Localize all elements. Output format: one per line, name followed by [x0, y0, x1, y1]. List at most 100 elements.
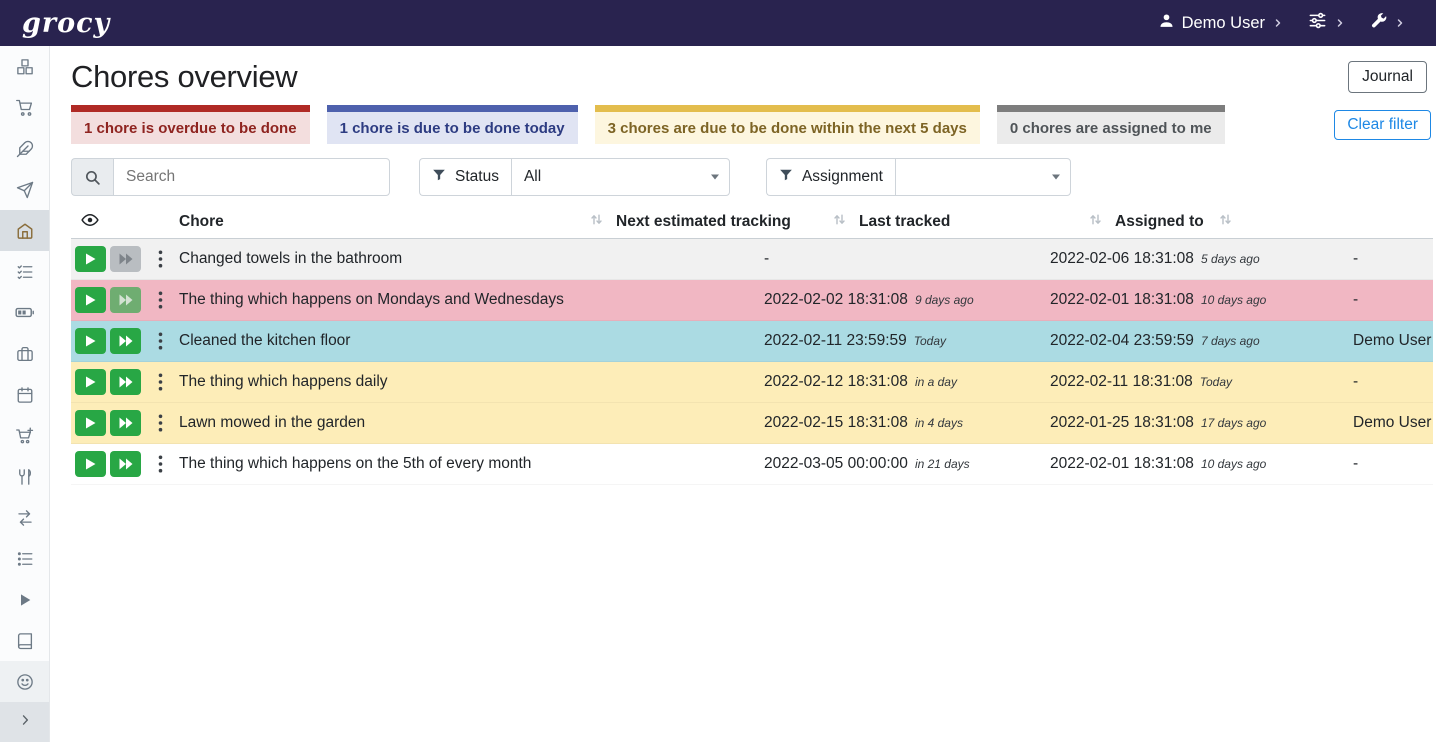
last-tracked-time: 2022-02-01 18:31:08 [1050, 291, 1194, 309]
table-row: The thing which happens on the 5th of ev… [71, 444, 1433, 485]
skip-chore-button[interactable] [110, 287, 141, 313]
sidebar-item-battery-tracking[interactable] [0, 620, 49, 661]
top-navbar: grocy Demo User [0, 0, 1436, 46]
next-tracking-time: - [764, 250, 769, 268]
sidebar-item-chores-overview[interactable] [0, 210, 49, 251]
calendar-icon [16, 386, 34, 404]
sidebar-item-transfer[interactable] [0, 497, 49, 538]
column-header-chore[interactable]: Chore [171, 213, 608, 231]
sort-icon [1090, 213, 1101, 231]
track-chore-button[interactable] [75, 451, 106, 477]
sidebar-item-tasks[interactable] [0, 251, 49, 292]
settings-menu[interactable] [1308, 11, 1346, 35]
last-tracked-time: 2022-02-04 23:59:59 [1050, 332, 1194, 350]
track-chore-button[interactable] [75, 369, 106, 395]
briefcase-icon [16, 345, 34, 363]
chores-table: Chore Next estimated tracking Last track… [71, 206, 1433, 485]
last-tracked-time: 2022-01-25 18:31:08 [1050, 414, 1194, 432]
cart-plus-icon [16, 427, 34, 445]
track-chore-button[interactable] [75, 287, 106, 313]
assigned-to: Demo User 3 [1345, 414, 1433, 432]
paper-plane-icon [16, 181, 34, 199]
sidebar-item-smiley[interactable] [0, 661, 49, 702]
sort-icon [591, 213, 602, 231]
home-icon [16, 222, 34, 240]
summary-card-due-soon[interactable]: 3 chores are due to be done within the n… [595, 105, 980, 144]
sidebar-item-meal-plan[interactable] [0, 169, 49, 210]
chore-menu-button[interactable] [154, 411, 167, 435]
chore-menu-button[interactable] [154, 288, 167, 312]
last-tracked-time: 2022-02-11 18:31:08 [1050, 373, 1193, 391]
table-row: The thing which happens on Mondays and W… [71, 280, 1433, 321]
grocy-logo[interactable]: grocy [22, 8, 110, 39]
admin-menu[interactable] [1370, 12, 1406, 34]
skip-chore-button[interactable] [110, 328, 141, 354]
last-tracked-relative: 7 days ago [1201, 334, 1260, 348]
sidebar-item-recipes[interactable] [0, 128, 49, 169]
sidebar-item-batteries[interactable] [0, 292, 49, 333]
clear-filter-button[interactable]: Clear filter [1334, 110, 1431, 140]
sidebar-item-purchase[interactable] [0, 415, 49, 456]
skip-chore-button[interactable] [110, 369, 141, 395]
table-row: Changed towels in the bathroom - 2022-02… [71, 239, 1433, 280]
last-tracked-relative: 10 days ago [1201, 457, 1266, 471]
column-header-last-tracked[interactable]: Last tracked [851, 213, 1107, 231]
summary-card-text: 3 chores are due to be done within the n… [608, 120, 967, 137]
skip-chore-button[interactable] [110, 246, 141, 272]
track-chore-button[interactable] [75, 246, 106, 272]
search-input[interactable] [113, 158, 390, 196]
sidebar-item-stock-overview[interactable] [0, 46, 49, 87]
last-tracked-time: 2022-02-01 18:31:08 [1050, 455, 1194, 473]
sliders-icon [1308, 11, 1327, 35]
sidebar-item-equipment[interactable] [0, 333, 49, 374]
skip-chore-button[interactable] [110, 410, 141, 436]
sidebar-item-shopping-list[interactable] [0, 87, 49, 128]
summary-card-overdue[interactable]: 1 chore is overdue to be done [71, 105, 310, 144]
summary-card-due-today[interactable]: 1 chore is due to be done today [327, 105, 578, 144]
track-chore-button[interactable] [75, 410, 106, 436]
page-title: Chores overview [71, 59, 297, 95]
chevron-right-icon [1334, 17, 1346, 29]
chore-name: Cleaned the kitchen floor [171, 332, 756, 350]
sidebar-item-calendar[interactable] [0, 374, 49, 415]
play-icon [17, 592, 33, 608]
tasks-icon [16, 263, 34, 281]
summary-card-assigned-to-me[interactable]: 0 chores are assigned to me [997, 105, 1225, 144]
user-menu[interactable]: Demo User [1158, 12, 1284, 34]
sort-icon [834, 213, 845, 231]
table-row: The thing which happens daily 2022-02-12… [71, 362, 1433, 403]
status-select[interactable]: All [511, 158, 730, 196]
main-content: Chores overview Journal 1 chore is overd… [50, 46, 1436, 742]
feather-icon [16, 140, 34, 158]
column-header-assigned-to[interactable]: Assigned to [1107, 213, 1237, 231]
sidebar-expand-button[interactable] [0, 702, 49, 742]
user-icon [1158, 12, 1175, 34]
chevron-right-icon [1272, 17, 1284, 29]
assignment-select[interactable] [895, 158, 1071, 196]
boxes-icon [16, 58, 34, 76]
utensils-icon [16, 468, 34, 486]
skip-chore-button[interactable] [110, 451, 141, 477]
assigned-to: - [1345, 455, 1433, 473]
sidebar-item-chore-tracking[interactable] [0, 579, 49, 620]
column-header-next-estimated-tracking[interactable]: Next estimated tracking [608, 213, 851, 231]
journal-button[interactable]: Journal [1348, 61, 1427, 93]
chevron-down-icon [1052, 175, 1060, 180]
next-tracking-relative: in a day [915, 375, 957, 389]
sidebar-item-inventory[interactable] [0, 538, 49, 579]
chore-menu-button[interactable] [154, 452, 167, 476]
sidebar-item-consume[interactable] [0, 456, 49, 497]
navbar-menus: Demo User [1158, 11, 1406, 35]
chore-menu-button[interactable] [154, 370, 167, 394]
assigned-to: - [1345, 291, 1433, 309]
summary-card-text: 1 chore is overdue to be done [84, 120, 297, 137]
next-tracking-relative: in 4 days [915, 416, 963, 430]
column-visibility-toggle[interactable] [71, 211, 171, 234]
chore-menu-button[interactable] [154, 247, 167, 271]
track-chore-button[interactable] [75, 328, 106, 354]
table-row: Cleaned the kitchen floor 2022-02-11 23:… [71, 321, 1433, 362]
last-tracked-relative: 10 days ago [1201, 293, 1266, 307]
user-name: Demo User [1182, 14, 1265, 33]
chore-menu-button[interactable] [154, 329, 167, 353]
filter-icon [432, 168, 446, 187]
